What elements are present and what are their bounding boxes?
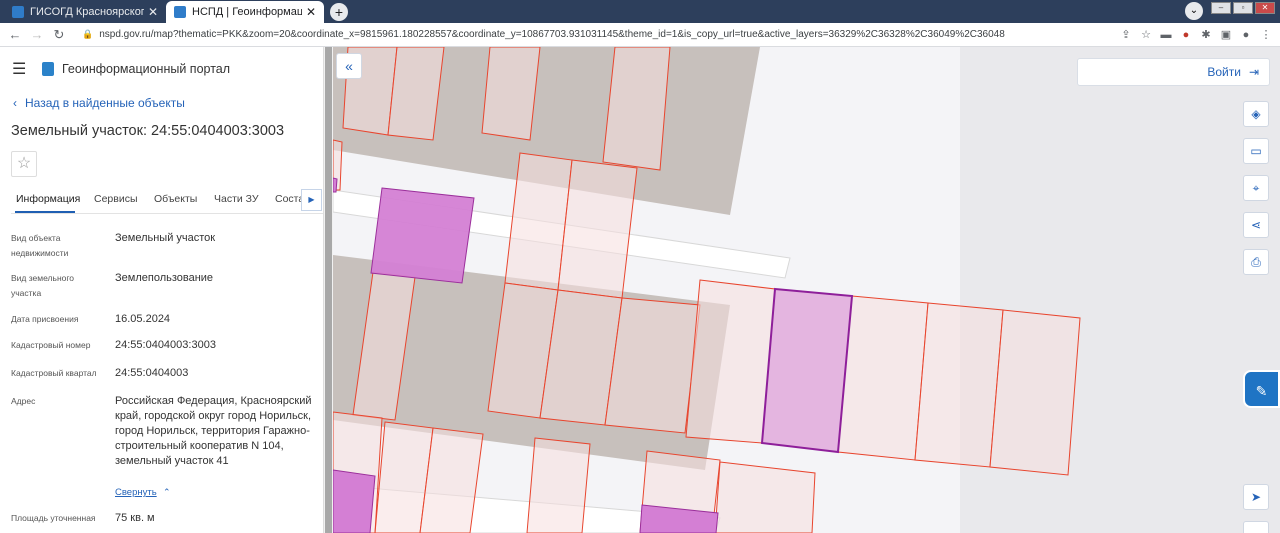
new-tab-button[interactable]: + [330,3,348,21]
map-canvas[interactable] [333,47,1280,533]
extensions-puzzle-icon[interactable]: ✱ [1196,28,1216,41]
prop-value-cadastral-quarter: 24:55:0404003 [115,367,189,379]
browser-menu-icon[interactable]: ⋮ [1256,28,1276,41]
collapse-panel-double-chevron-icon[interactable]: « [336,53,362,79]
tab-information[interactable]: Информация [16,193,80,205]
ruler-icon[interactable]: ▭ [1243,138,1269,164]
share-icon[interactable]: ⋖ [1243,212,1269,238]
parcel[interactable] [557,159,638,299]
reload-icon[interactable]: ↻ [48,27,70,43]
nspd-favicon-icon [174,6,186,18]
tab-label: НСПД | Геоинформационный п [192,6,302,18]
highlighted-parcel[interactable] [333,469,376,533]
prop-label-land-type: Вид земельного участка [11,273,75,298]
restore-icon[interactable]: ▫ [1233,2,1253,14]
prop-label-date: Дата присвоения [11,314,79,324]
tab-objects[interactable]: Объекты [154,193,197,205]
favorite-star-icon[interactable]: ☆ [11,151,37,177]
layers-icon[interactable]: ◈ [1243,101,1269,127]
portal-logo-icon [42,62,54,76]
browser-tab-bar: ГИСОГД Красноярского края ✕ НСПД | Геоин… [0,0,1280,23]
tab-composition[interactable]: Соста [275,193,304,205]
forward-arrow-icon[interactable]: → [26,27,48,42]
panel-header: ☰ Геоинформационный портал [12,59,230,79]
portal-name: Геоинформационный портал [62,62,231,76]
extension-icon[interactable]: ▬ [1156,29,1176,41]
prop-label-area: Площадь уточненная [11,513,96,523]
browser-tab-gisogd[interactable]: ГИСОГД Красноярского края ✕ [4,1,166,23]
window-close-icon[interactable]: ✕ [1255,2,1275,14]
prop-label-object-type: Вид объекта недвижимости [11,233,69,258]
scrollbar-thumb[interactable] [325,47,332,533]
back-to-results-link[interactable]: ‹ Назад в найденные объекты [13,96,185,110]
parcel[interactable] [526,437,591,533]
tab-label: ГИСОГД Красноярского края [30,6,144,18]
prop-label-address: Адрес [11,396,36,406]
url-text: nspd.gov.ru/map?thematic=PKK&zoom=20&coo… [99,29,1005,40]
bookmark-star-icon[interactable]: ☆ [1136,28,1156,41]
address-bar: ← → ↻ 🔒 nspd.gov.ru/map?thematic=PKK&zoo… [0,23,1280,47]
highlighted-parcel[interactable] [333,177,338,193]
login-label: Войти [1207,65,1241,79]
select-area-icon[interactable]: ⌖ [1243,175,1269,201]
tab-services[interactable]: Сервисы [94,193,138,205]
prop-value-object-type: Земельный участок [115,232,216,244]
parcel[interactable] [604,297,701,434]
parcel[interactable] [481,47,541,141]
prop-value-address: Российская Федерация, Красноярский край,… [115,395,312,467]
share-page-icon[interactable]: ⇪ [1116,28,1136,41]
selected-parcel[interactable] [760,287,854,454]
map-svg [333,47,1280,533]
minimize-icon[interactable]: – [1211,2,1231,14]
prop-label-cadastral-quarter: Кадастровый квартал [11,368,97,378]
collapse-link[interactable]: Свернуть [115,487,157,498]
map-tool-partial-icon[interactable] [1243,521,1269,533]
url-field[interactable]: 🔒 nspd.gov.ru/map?thematic=PKK&zoom=20&c… [82,29,1116,40]
parcel[interactable] [685,279,776,444]
profile-avatar-icon[interactable]: ● [1236,29,1256,41]
object-info-panel: ☰ Геоинформационный портал ‹ Назад в най… [0,47,323,533]
print-icon[interactable]: ⎙ [1243,249,1269,275]
parcel[interactable] [914,302,1004,468]
login-arrow-icon: ⇥ [1248,65,1259,79]
parcel[interactable] [714,461,816,533]
parcel[interactable] [989,309,1081,476]
object-title: Земельный участок: 24:55:0404003:3003 [11,123,285,139]
active-tab-underline [15,211,75,213]
back-link-label: Назад в найденные объекты [25,96,185,110]
info-tabs: Информация Сервисы Объекты Части ЗУ Сост… [11,189,323,214]
login-button[interactable]: Войти ⇥ [1077,58,1270,86]
tab-search-chevron-icon[interactable]: ⌄ [1185,2,1203,20]
highlighted-parcel[interactable] [370,187,475,284]
tab-parts[interactable]: Части ЗУ [214,193,259,205]
panel-scrollbar[interactable] [323,47,333,533]
prop-value-area: 75 кв. м [115,512,155,524]
browser-tab-nspd[interactable]: НСПД | Геоинформационный п ✕ [166,1,324,23]
locate-icon[interactable]: ➤ [1243,484,1269,510]
prop-label-cadastral-number: Кадастровый номер [11,340,91,350]
gisogd-favicon-icon [12,6,24,18]
lock-icon: 🔒 [82,29,94,39]
parcel[interactable] [602,47,671,171]
chevron-up-icon[interactable]: ⌃ [163,487,171,498]
back-arrow-icon[interactable]: ← [4,27,26,42]
hamburger-menu-icon[interactable]: ☰ [12,59,30,79]
parcel[interactable] [837,295,929,461]
chat-assistant-icon[interactable]: ✎ [1243,370,1280,408]
side-panel-icon[interactable]: ▣ [1216,28,1236,41]
chevron-left-icon: ‹ [13,96,17,110]
close-icon[interactable]: ✕ [148,5,158,19]
close-icon[interactable]: ✕ [306,5,316,19]
extension-red-icon[interactable]: ● [1176,29,1196,41]
prop-value-date: 16.05.2024 [115,313,171,325]
tabs-scroll-right-icon[interactable]: ▶ [301,189,322,211]
prop-value-land-type: Землепользование [115,272,214,284]
prop-value-cadastral-number: 24:55:0404003:3003 [115,339,216,351]
